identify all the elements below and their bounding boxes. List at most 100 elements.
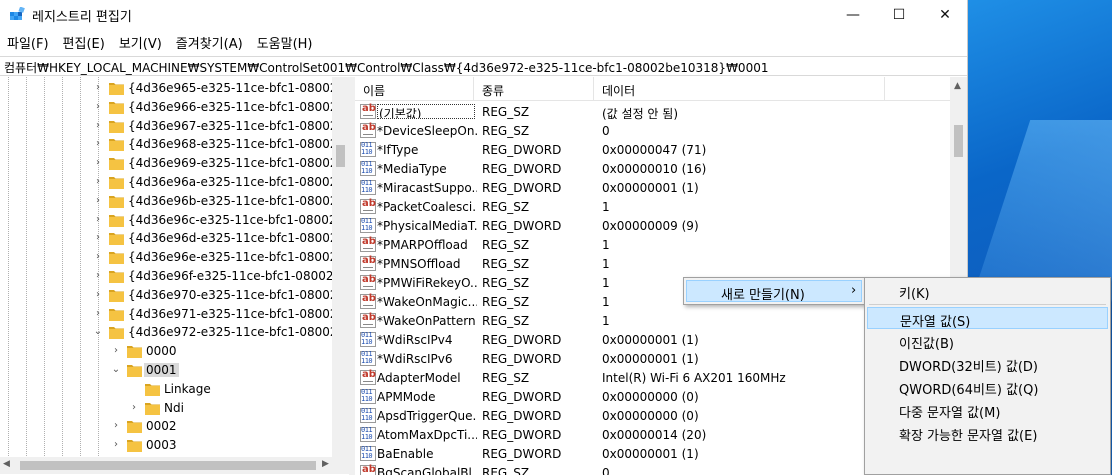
menu-new-expandable-string-value[interactable]: 확장 가능한 문자열 값(E) (867, 422, 1108, 444)
menu-help[interactable]: 도움말(H) (250, 33, 320, 52)
value-name: (기본값) (377, 104, 475, 119)
chevron-right-icon[interactable]: › (92, 176, 104, 188)
chevron-right-icon[interactable]: › (92, 120, 104, 132)
chevron-right-icon[interactable]: › (110, 345, 122, 357)
string-value-icon (360, 198, 376, 214)
value-row[interactable]: BaEnable REG_DWORD 0x00000001 (1) (355, 444, 950, 463)
tree-item[interactable]: › {4d36e96b-e325-11ce-bfc1-08002 (0, 192, 338, 211)
tree-item[interactable]: › {4d36e970-e325-11ce-bfc1-08002 (0, 286, 338, 305)
chevron-right-icon[interactable]: › (92, 138, 104, 150)
value-row[interactable]: (기본값) REG_SZ (값 설정 안 됨) (355, 102, 950, 121)
tree-item[interactable]: › 0003 (0, 436, 332, 455)
chevron-right-icon[interactable]: › (92, 157, 104, 169)
tree-item[interactable]: › {4d36e96e-e325-11ce-bfc1-08002l (0, 248, 341, 267)
chevron-right-icon[interactable]: › (110, 439, 122, 451)
value-row[interactable]: *IfType REG_DWORD 0x00000047 (71) (355, 140, 950, 159)
menu-bar: 파일(F) 편집(E) 보기(V) 즐겨찾기(A) 도움말(H) (0, 30, 967, 54)
minimize-button[interactable]: — (830, 0, 876, 30)
binary-value-icon (360, 350, 376, 366)
value-row[interactable]: *PhysicalMediaT... REG_DWORD 0x00000009 (9… (355, 216, 950, 235)
menu-new-qword-value[interactable]: QWORD(64비트) 값(Q) (867, 376, 1108, 398)
value-row[interactable]: *DeviceSleepOn... REG_SZ 0 (355, 121, 950, 140)
menu-new-multi-string-value[interactable]: 다중 문자열 값(M) (867, 399, 1108, 421)
chevron-right-icon[interactable] (128, 383, 140, 395)
chevron-right-icon[interactable]: › (92, 232, 104, 244)
maximize-button[interactable]: ☐ (876, 0, 922, 30)
tree-item[interactable]: › {4d36e96c-e325-11ce-bfc1-08002l (0, 211, 340, 230)
chevron-right-icon[interactable]: › (92, 82, 104, 94)
value-row[interactable]: BgScanGlobalBl... REG_SZ 0 (355, 463, 950, 475)
chevron-down-icon[interactable]: ⌄ (110, 364, 122, 376)
tree-hscroll-thumb[interactable] (20, 461, 316, 470)
value-row[interactable]: *WdiRscIPv6 REG_DWORD 0x00000001 (1) (355, 349, 950, 368)
tree-item[interactable]: › {4d36e966-e325-11ce-bfc1-08002 (0, 98, 338, 117)
scroll-right-icon[interactable]: ▶ (322, 459, 329, 469)
value-row[interactable]: *PMNSOffload REG_SZ 1 (355, 254, 950, 273)
tree-item[interactable]: ⌄ 0001 (0, 361, 332, 380)
folder-icon (109, 195, 124, 208)
value-row[interactable]: *WdiRscIPv4 REG_DWORD 0x00000001 (1) (355, 330, 950, 349)
column-name-header[interactable]: 이름 (355, 77, 474, 101)
menu-file[interactable]: 파일(F) (0, 33, 56, 52)
chevron-right-icon[interactable]: › (92, 270, 104, 282)
value-row[interactable]: APMMode REG_DWORD 0x00000000 (0) (355, 387, 950, 406)
tree-item[interactable]: › {4d36e96d-e325-11ce-bfc1-08002 (0, 229, 338, 248)
tree-item[interactable]: › {4d36e967-e325-11ce-bfc1-08002 (0, 117, 338, 136)
binary-value-icon (360, 331, 376, 347)
tree-item[interactable]: › {4d36e96f-e325-11ce-bfc1-08002b (0, 267, 341, 286)
menu-new[interactable]: 새로 만들기(N) › (686, 280, 862, 303)
value-data: 0x00000001 (1) (602, 447, 699, 461)
value-row[interactable]: *MediaType REG_DWORD 0x00000010 (16) (355, 159, 950, 178)
tree-item[interactable]: Linkage (0, 380, 332, 399)
scroll-up-icon[interactable]: ▲ (954, 81, 961, 91)
tree-item[interactable]: › {4d36e971-e325-11ce-bfc1-08002 (0, 305, 338, 324)
menu-new-key[interactable]: 키(K) (867, 280, 1108, 302)
tree-item[interactable]: › 0000 (0, 342, 332, 361)
tree-item[interactable]: › Ndi (0, 399, 332, 418)
chevron-right-icon[interactable]: › (92, 308, 104, 320)
chevron-right-icon[interactable]: › (128, 402, 140, 414)
menu-edit[interactable]: 편집(E) (56, 33, 112, 52)
value-row[interactable]: ApsdTriggerQue... REG_DWORD 0x00000000 (0) (355, 406, 950, 425)
chevron-right-icon[interactable]: › (110, 420, 122, 432)
tree-item[interactable]: › {4d36e969-e325-11ce-bfc1-08002 (0, 154, 338, 173)
column-data-header[interactable]: 데이터 (594, 77, 885, 101)
tree-item[interactable]: › {4d36e968-e325-11ce-bfc1-08002 (0, 135, 338, 154)
chevron-down-icon[interactable]: ⌄ (92, 326, 104, 338)
tree-item[interactable]: › {4d36e965-e325-11ce-bfc1-08002 (0, 79, 338, 98)
value-row[interactable]: *PacketCoalesci... REG_SZ 1 (355, 197, 950, 216)
menu-new-string-value[interactable]: 문자열 값(S) (867, 307, 1108, 330)
menu-favorites[interactable]: 즐겨찾기(A) (169, 33, 250, 52)
menu-view[interactable]: 보기(V) (112, 33, 169, 52)
title-bar[interactable]: 레지스트리 편집기 — ☐ ✕ (0, 0, 967, 30)
chevron-right-icon[interactable]: › (92, 289, 104, 301)
chevron-right-icon[interactable]: › (92, 214, 104, 226)
close-button[interactable]: ✕ (922, 0, 967, 30)
address-bar[interactable]: 컴퓨터₩HKEY_LOCAL_MACHINE₩SYSTEM₩ControlSet… (0, 56, 967, 76)
tree-item-label: {4d36e96c-e325-11ce-bfc1-08002l (128, 212, 340, 227)
tree-horizontal-scrollbar[interactable]: ◀ ▶ (0, 457, 349, 474)
tree-vertical-scrollbar[interactable] (332, 77, 349, 457)
value-data: 0x00000000 (0) (602, 390, 699, 404)
chevron-right-icon[interactable]: › (92, 251, 104, 263)
scroll-left-icon[interactable]: ◀ (3, 459, 10, 469)
value-row[interactable]: *PMARPOffload REG_SZ 1 (355, 235, 950, 254)
menu-new-binary-value[interactable]: 이진값(B) (867, 330, 1108, 352)
chevron-right-icon[interactable]: › (92, 195, 104, 207)
value-row[interactable]: *WakeOnPattern REG_SZ 1 (355, 311, 950, 330)
menu-new-label: 새로 만들기(N) (721, 288, 805, 303)
string-value-icon (360, 122, 376, 138)
value-row[interactable]: AdapterModel REG_SZ Intel(R) Wi-Fi 6 AX201… (355, 368, 950, 387)
tree-item[interactable]: › 0002 (0, 417, 332, 436)
binary-value-icon (360, 141, 376, 157)
menu-new-dword-value[interactable]: DWORD(32비트) 값(D) (867, 353, 1108, 375)
tree-item[interactable]: › {4d36e96a-e325-11ce-bfc1-08002l (0, 173, 341, 192)
tree-scroll-thumb[interactable] (336, 145, 345, 167)
tree-item[interactable]: ⌄ {4d36e972-e325-11ce-bfc1-08002 (0, 323, 338, 342)
values-scroll-thumb[interactable] (954, 125, 963, 157)
value-row[interactable]: *MiracastSuppo... REG_DWORD 0x00000001 (1) (355, 178, 950, 197)
chevron-right-icon[interactable]: › (92, 101, 104, 113)
value-row[interactable]: AtomMaxDpcTi... REG_DWORD 0x00000014 (20) (355, 425, 950, 444)
folder-icon (109, 158, 124, 171)
column-type-header[interactable]: 종류 (474, 77, 594, 101)
